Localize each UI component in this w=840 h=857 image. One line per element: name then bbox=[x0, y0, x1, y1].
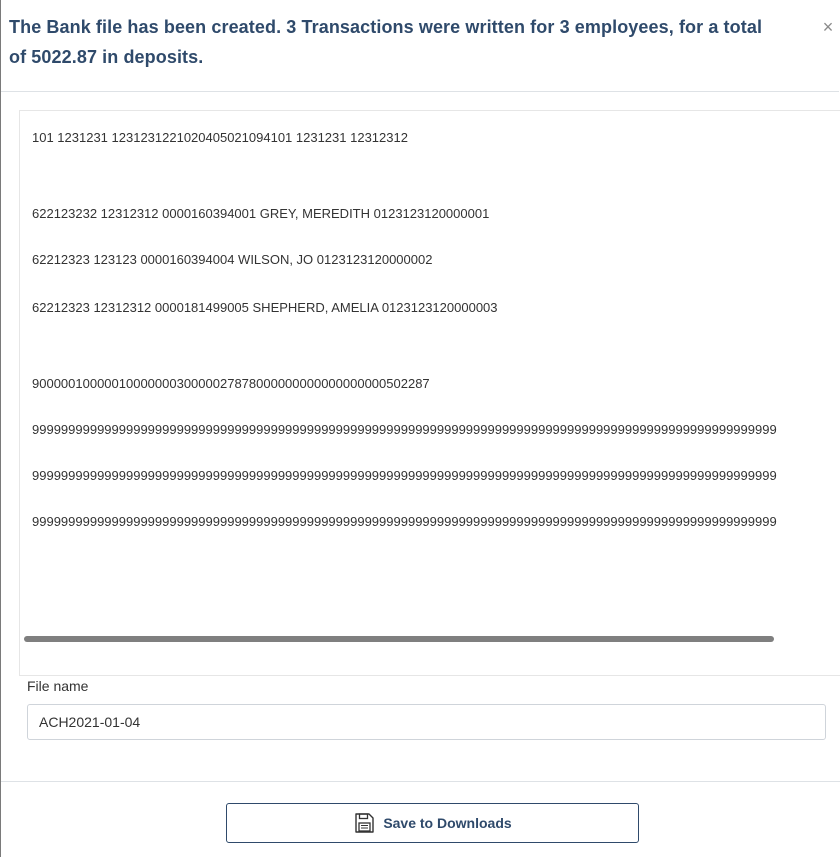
file-line-entry: 62212323 12312312 0000181499005 SHEPHERD… bbox=[32, 300, 498, 315]
bank-file-dialog: The Bank file has been created. 3 Transa… bbox=[0, 0, 840, 857]
file-line-padding: 9999999999999999999999999999999999999999… bbox=[32, 514, 777, 529]
file-line-control: 9000001000001000000030000027878000000000… bbox=[32, 376, 430, 391]
file-name-label: File name bbox=[27, 678, 89, 694]
floppy-disk-icon bbox=[355, 813, 375, 833]
horizontal-scrollbar[interactable] bbox=[24, 636, 774, 642]
save-to-downloads-button[interactable]: Save to Downloads bbox=[226, 803, 639, 843]
footer-divider bbox=[1, 781, 840, 782]
dialog-header: The Bank file has been created. 3 Transa… bbox=[1, 0, 839, 92]
file-line-padding: 9999999999999999999999999999999999999999… bbox=[32, 422, 777, 437]
file-name-input[interactable] bbox=[27, 704, 826, 740]
file-line-header: 101 1231231 1231231221020405021094101 12… bbox=[32, 130, 408, 145]
file-line-entry: 62212323 123123 0000160394004 WILSON, JO… bbox=[32, 252, 433, 267]
file-line-entry: 622123232 12312312 0000160394001 GREY, M… bbox=[32, 206, 490, 221]
close-icon[interactable]: × bbox=[819, 18, 837, 36]
save-button-label: Save to Downloads bbox=[383, 815, 512, 831]
bank-file-preview[interactable]: 101 1231231 1231231221020405021094101 12… bbox=[19, 110, 840, 676]
dialog-message: The Bank file has been created. 3 Transa… bbox=[9, 17, 763, 67]
file-line-padding: 9999999999999999999999999999999999999999… bbox=[32, 468, 777, 483]
